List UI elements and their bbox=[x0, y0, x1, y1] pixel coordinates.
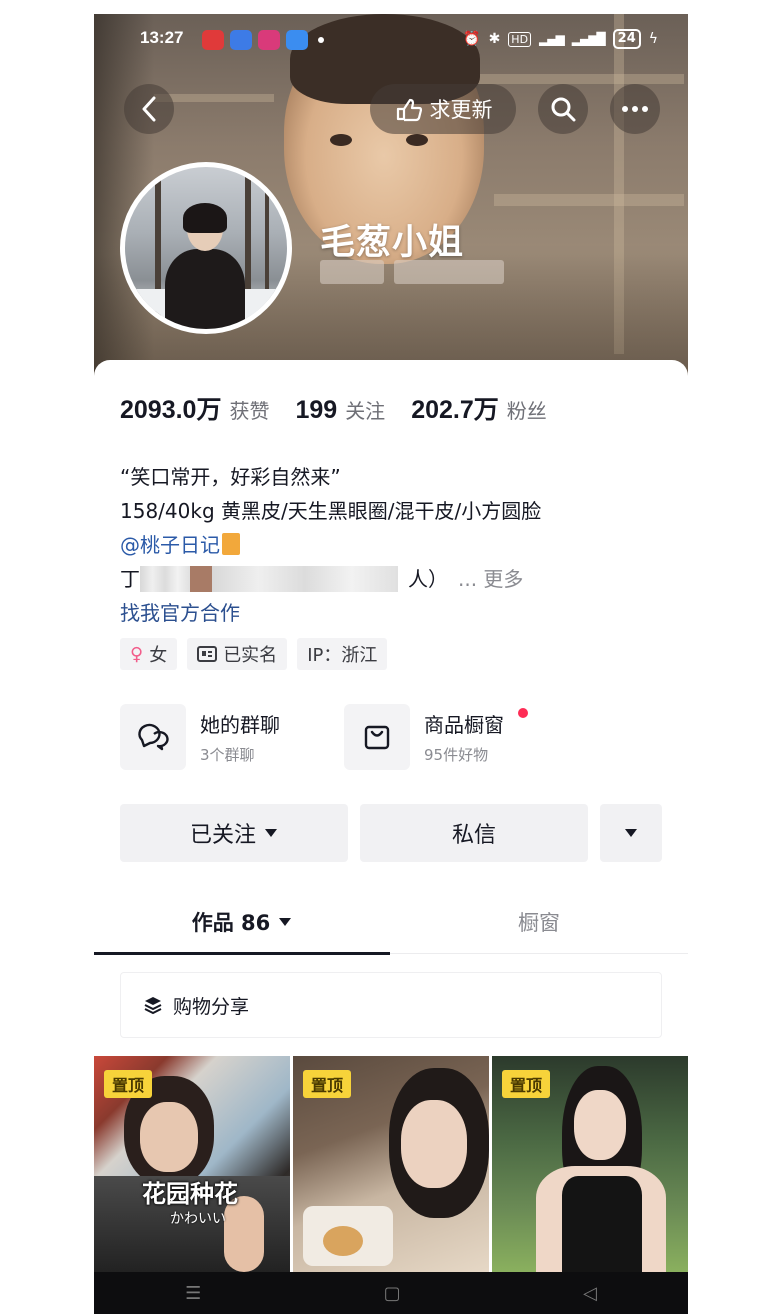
group-chat-entry[interactable]: 她的群聊 3个群聊 bbox=[120, 704, 280, 770]
gender-tag: ♀ 女 bbox=[120, 638, 178, 670]
blurred-account-id bbox=[320, 260, 504, 284]
bio-line: 158/40kg 黄黑皮/天生黑眼圈/混干皮/小方圆脸 bbox=[120, 499, 542, 523]
message-label: 私信 bbox=[451, 823, 496, 848]
video-thumbnail[interactable]: 置顶 bbox=[293, 1056, 489, 1272]
verified-tag: 已实名 bbox=[187, 638, 288, 670]
pinned-badge: 置顶 bbox=[303, 1070, 352, 1098]
video-grid: 置顶 花园种花 かわいい 置顶 置顶 bbox=[94, 1056, 688, 1272]
profile-name: 毛葱小姐 bbox=[320, 223, 465, 263]
tab-works-label: 作品 86 bbox=[191, 911, 271, 935]
shopping-share-entry[interactable]: 购物分享 bbox=[120, 972, 662, 1038]
expand-bio-button[interactable]: ... 更多 bbox=[458, 562, 523, 596]
search-button[interactable] bbox=[538, 84, 588, 134]
shop-item-count: 95件好物 bbox=[424, 746, 489, 764]
bio-mention-line: @桃子日记 bbox=[120, 528, 680, 562]
app-notification-icon bbox=[286, 30, 308, 50]
tab-showcase[interactable]: 橱窗 bbox=[390, 890, 688, 954]
following-label[interactable]: 关注 bbox=[345, 395, 385, 424]
shopping-bag-icon bbox=[364, 725, 390, 750]
verified-tag-label: 已实名 bbox=[223, 645, 278, 666]
following-label: 已关注 bbox=[189, 823, 256, 848]
pinned-badge: 置顶 bbox=[104, 1070, 153, 1098]
layers-icon bbox=[144, 997, 162, 1015]
blurred-text bbox=[140, 566, 190, 592]
chevron-left-icon bbox=[142, 96, 156, 122]
home-nav-icon[interactable]: ▢ bbox=[384, 1283, 401, 1304]
video-overlay-title: 花园种花 bbox=[142, 1180, 238, 1208]
battery-indicator: 24 bbox=[612, 29, 641, 49]
profile-screen: 13:27 ⏰ ✱ HD ▂▄▆ ▂▄▆█ 24 ϟ 求更新 毛葱小姐 2093… bbox=[94, 14, 688, 1314]
following-button[interactable]: 已关注 bbox=[120, 804, 348, 862]
ip-location-tag: IP：浙江 bbox=[297, 638, 388, 670]
request-update-label: 求更新 bbox=[429, 98, 493, 122]
status-bar: 13:27 ⏰ ✱ HD ▂▄▆ ▂▄▆█ 24 ϟ bbox=[94, 28, 688, 54]
recommend-dropdown-button[interactable] bbox=[600, 804, 662, 862]
shop-showcase-entry[interactable]: 商品橱窗 95件好物 bbox=[344, 704, 504, 770]
mention-link[interactable]: @桃子日记 bbox=[120, 533, 220, 557]
profile-info-card: 2093.0万 获赞 199 关注 202.7万 粉丝 “笑口常开，好彩自然来”… bbox=[94, 360, 688, 1314]
back-button[interactable] bbox=[124, 84, 174, 134]
request-update-button[interactable]: 求更新 bbox=[370, 84, 516, 134]
signal-icon: ▂▄▆█ bbox=[571, 32, 606, 46]
more-notifications-dot-icon bbox=[318, 37, 324, 43]
more-options-button[interactable] bbox=[610, 84, 660, 134]
bio-line: “笑口常开，好彩自然来” bbox=[120, 465, 341, 489]
signal-icon: ▂▄▆ bbox=[539, 32, 565, 46]
tab-showcase-label: 橱窗 bbox=[518, 911, 560, 935]
video-thumbnail[interactable]: 置顶 花园种花 かわいい bbox=[94, 1056, 290, 1272]
bio-text: 人） bbox=[408, 567, 448, 591]
bio-text: 丁 bbox=[120, 567, 140, 591]
female-icon: ♀ bbox=[130, 643, 144, 665]
notification-icons bbox=[202, 30, 324, 50]
cooperation-link[interactable]: 找我官方合作 bbox=[120, 596, 680, 630]
bio-blurred-line: 丁 人） ... 更多 bbox=[120, 562, 680, 596]
search-icon bbox=[551, 97, 576, 122]
ip-location-label: IP：浙江 bbox=[307, 645, 378, 666]
likes-count: 2093.0万 bbox=[120, 396, 222, 424]
thumb-point-icon bbox=[396, 98, 422, 122]
group-chat-count: 3个群聊 bbox=[200, 746, 255, 764]
group-chat-icon-box bbox=[120, 704, 186, 770]
bluetooth-icon: ✱ bbox=[488, 31, 501, 47]
profile-bio: “笑口常开，好彩自然来” 158/40kg 黄黑皮/天生黑眼圈/混干皮/小方圆脸… bbox=[120, 460, 680, 630]
notification-badge bbox=[518, 708, 528, 718]
system-navigation-bar: ☰ ▢ ◁ bbox=[94, 1272, 688, 1314]
caret-down-icon bbox=[265, 829, 277, 837]
group-chat-title: 她的群聊 bbox=[200, 713, 280, 737]
blurred-text bbox=[212, 566, 398, 592]
profile-tags: ♀ 女 已实名 IP：浙江 bbox=[120, 638, 388, 670]
video-overlay-subtitle: かわいい bbox=[170, 1211, 226, 1227]
caret-down-icon bbox=[279, 918, 292, 926]
video-thumbnail[interactable]: 置顶 bbox=[492, 1056, 688, 1272]
pinned-badge: 置顶 bbox=[502, 1070, 551, 1098]
id-card-icon bbox=[197, 646, 218, 662]
profile-stats: 2093.0万 获赞 199 关注 202.7万 粉丝 bbox=[120, 390, 573, 426]
menu-nav-icon[interactable]: ☰ bbox=[185, 1283, 201, 1304]
notebook-icon bbox=[222, 533, 240, 555]
clock: 13:27 bbox=[140, 28, 184, 47]
app-notification-icon bbox=[230, 30, 252, 50]
gender-tag-label: 女 bbox=[149, 645, 168, 666]
shop-title: 商品橱窗 bbox=[424, 713, 504, 737]
followers-count[interactable]: 202.7万 bbox=[411, 390, 499, 426]
following-count[interactable]: 199 bbox=[295, 396, 337, 425]
blurred-swatch bbox=[190, 566, 212, 592]
more-dots-icon bbox=[622, 106, 648, 112]
content-tabs: 作品 86 橱窗 bbox=[94, 890, 688, 955]
avatar[interactable] bbox=[120, 162, 292, 334]
shopping-share-label: 购物分享 bbox=[173, 995, 250, 1018]
charging-icon: ϟ bbox=[648, 31, 658, 47]
shop-icon-box bbox=[344, 704, 410, 770]
followers-label[interactable]: 粉丝 bbox=[507, 395, 547, 424]
likes-label: 获赞 bbox=[229, 399, 270, 423]
alarm-icon: ⏰ bbox=[463, 31, 481, 47]
back-nav-icon[interactable]: ◁ bbox=[583, 1283, 597, 1304]
app-notification-icon bbox=[258, 30, 280, 50]
app-notification-icon bbox=[202, 30, 224, 50]
chat-bubbles-icon bbox=[138, 723, 169, 751]
message-button[interactable]: 私信 bbox=[360, 804, 588, 862]
tab-works[interactable]: 作品 86 bbox=[94, 890, 390, 955]
caret-down-icon bbox=[625, 829, 637, 837]
hd-badge: HD bbox=[508, 31, 532, 47]
